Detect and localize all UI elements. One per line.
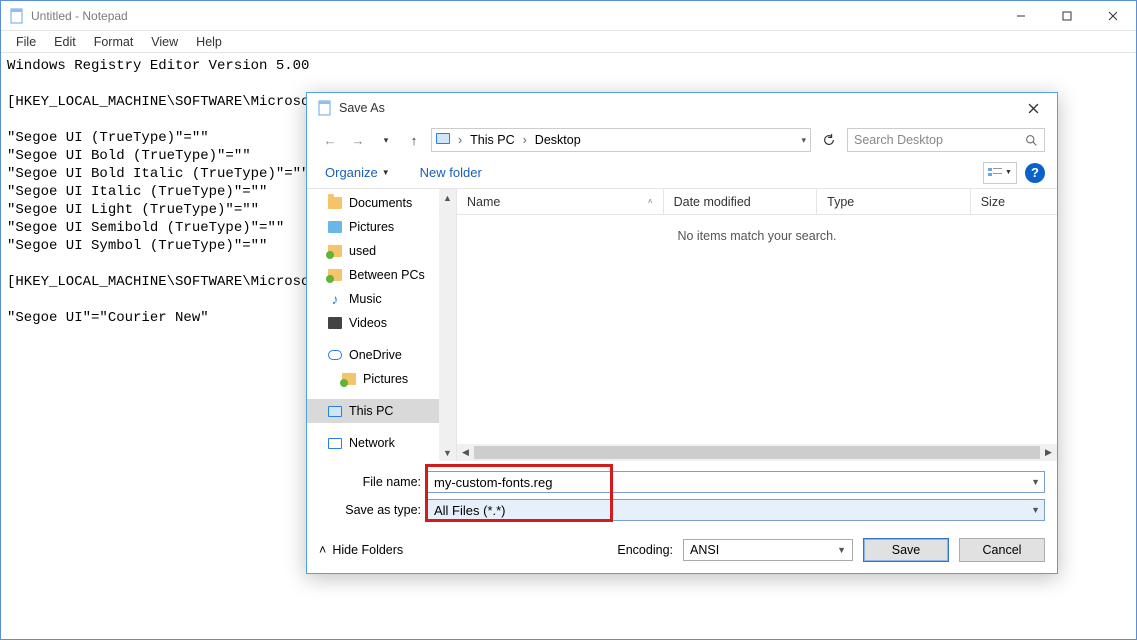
menu-help[interactable]: Help (187, 33, 231, 51)
col-date[interactable]: Date modified (664, 189, 818, 214)
menu-format[interactable]: Format (85, 33, 143, 51)
col-size[interactable]: Size (971, 189, 1057, 214)
empty-message: No items match your search. (457, 215, 1057, 243)
tree-music[interactable]: ♪Music (307, 287, 456, 311)
maximize-button[interactable] (1044, 1, 1090, 30)
breadcrumb-sep-icon: › (456, 133, 464, 147)
tree-videos[interactable]: Videos (307, 311, 456, 335)
nav-tree: Documents📌 Pictures📌 used Between PCs ♪M… (307, 189, 457, 461)
tree-pictures[interactable]: Pictures📌 (307, 215, 456, 239)
tree-onedrive[interactable]: OneDrive (307, 343, 456, 367)
tree-scrollbar[interactable]: ▲ ▼ (439, 189, 456, 461)
breadcrumb-sep-icon: › (521, 133, 529, 147)
address-bar[interactable]: › This PC › Desktop ▾ (431, 128, 811, 152)
pictures-icon (327, 219, 343, 235)
savetype-select[interactable]: All Files (*.*)▼ (427, 499, 1045, 521)
savetype-label: Save as type: (319, 503, 427, 517)
scroll-left-icon[interactable]: ◀ (457, 444, 474, 461)
new-folder-button[interactable]: New folder (414, 161, 488, 184)
filename-label: File name: (319, 475, 427, 489)
tree-onedrive-pictures[interactable]: Pictures (307, 367, 456, 391)
chevron-down-icon[interactable]: ▼ (1031, 477, 1040, 487)
chevron-up-icon: ˄ (319, 543, 326, 557)
dialog-titlebar: Save As (307, 93, 1057, 123)
view-options-button[interactable]: ▼ (983, 162, 1017, 184)
dialog-close-button[interactable] (1013, 93, 1053, 123)
column-headers: Name˄ Date modified Type Size (457, 189, 1057, 215)
forward-button[interactable]: → (347, 129, 369, 151)
help-button[interactable]: ? (1025, 163, 1045, 183)
notepad-title: Untitled - Notepad (31, 9, 998, 23)
network-icon (327, 435, 343, 451)
tree-this-pc[interactable]: This PC (307, 399, 456, 423)
toolbar: Organize▼ New folder ▼ ? (307, 157, 1057, 189)
breadcrumb-desktop[interactable]: Desktop (535, 133, 581, 147)
file-browser: Documents📌 Pictures📌 used Between PCs ♪M… (307, 189, 1057, 461)
folder-sync-icon (327, 243, 343, 259)
chevron-down-icon: ▼ (837, 545, 846, 555)
search-input[interactable]: Search Desktop (847, 128, 1045, 152)
col-name[interactable]: Name˄ (457, 189, 664, 214)
tree-used[interactable]: used (307, 239, 456, 263)
menubar: File Edit Format View Help (1, 31, 1136, 53)
scroll-right-icon[interactable]: ▶ (1040, 444, 1057, 461)
onedrive-icon (327, 347, 343, 363)
save-as-dialog: Save As ← → ▾ ↑ › This PC › Desktop ▾ Se… (306, 92, 1058, 574)
address-dropdown-icon[interactable]: ▾ (801, 135, 806, 146)
nav-row: ← → ▾ ↑ › This PC › Desktop ▾ Search Des… (307, 123, 1057, 157)
close-button[interactable] (1090, 1, 1136, 30)
organize-menu[interactable]: Organize▼ (319, 161, 396, 184)
videos-icon (327, 315, 343, 331)
menu-view[interactable]: View (142, 33, 187, 51)
scroll-down-icon[interactable]: ▼ (439, 444, 456, 461)
tree-network[interactable]: Network (307, 431, 456, 455)
save-button[interactable]: Save (863, 538, 949, 562)
menu-edit[interactable]: Edit (45, 33, 85, 51)
search-placeholder: Search Desktop (854, 133, 943, 147)
menu-file[interactable]: File (7, 33, 45, 51)
scroll-up-icon[interactable]: ▲ (439, 189, 456, 206)
search-icon (1025, 134, 1038, 147)
hide-folders-button[interactable]: ˄Hide Folders (319, 543, 403, 557)
up-button[interactable]: ↑ (403, 129, 425, 151)
notepad-titlebar: Untitled - Notepad (1, 1, 1136, 31)
save-form: File name: my-custom-fonts.reg▼ Save as … (307, 461, 1057, 527)
dialog-title: Save As (339, 101, 1013, 115)
window-buttons (998, 1, 1136, 30)
folder-sync-icon (327, 267, 343, 283)
dialog-icon (317, 100, 333, 116)
encoding-select[interactable]: ANSI▼ (683, 539, 853, 561)
dialog-footer: ˄Hide Folders Encoding: ANSI▼ Save Cance… (307, 527, 1057, 573)
minimize-button[interactable] (998, 1, 1044, 30)
folder-sync-icon (341, 371, 357, 387)
pc-icon (436, 133, 450, 147)
back-button[interactable]: ← (319, 129, 341, 151)
pc-icon (327, 403, 343, 419)
folder-icon (327, 195, 343, 211)
breadcrumb-thispc[interactable]: This PC (470, 133, 514, 147)
filename-input[interactable]: my-custom-fonts.reg▼ (427, 471, 1045, 493)
cancel-button[interactable]: Cancel (959, 538, 1045, 562)
music-icon: ♪ (327, 291, 343, 307)
tree-between-pcs[interactable]: Between PCs (307, 263, 456, 287)
col-type[interactable]: Type (817, 189, 971, 214)
tree-documents[interactable]: Documents📌 (307, 191, 456, 215)
recent-dropdown[interactable]: ▾ (375, 129, 397, 151)
horizontal-scrollbar[interactable]: ◀ ▶ (457, 444, 1057, 461)
encoding-label: Encoding: (617, 543, 673, 557)
file-list: Name˄ Date modified Type Size No items m… (457, 189, 1057, 461)
refresh-button[interactable] (817, 128, 841, 152)
notepad-icon (9, 8, 25, 24)
chevron-down-icon[interactable]: ▼ (1031, 505, 1040, 515)
